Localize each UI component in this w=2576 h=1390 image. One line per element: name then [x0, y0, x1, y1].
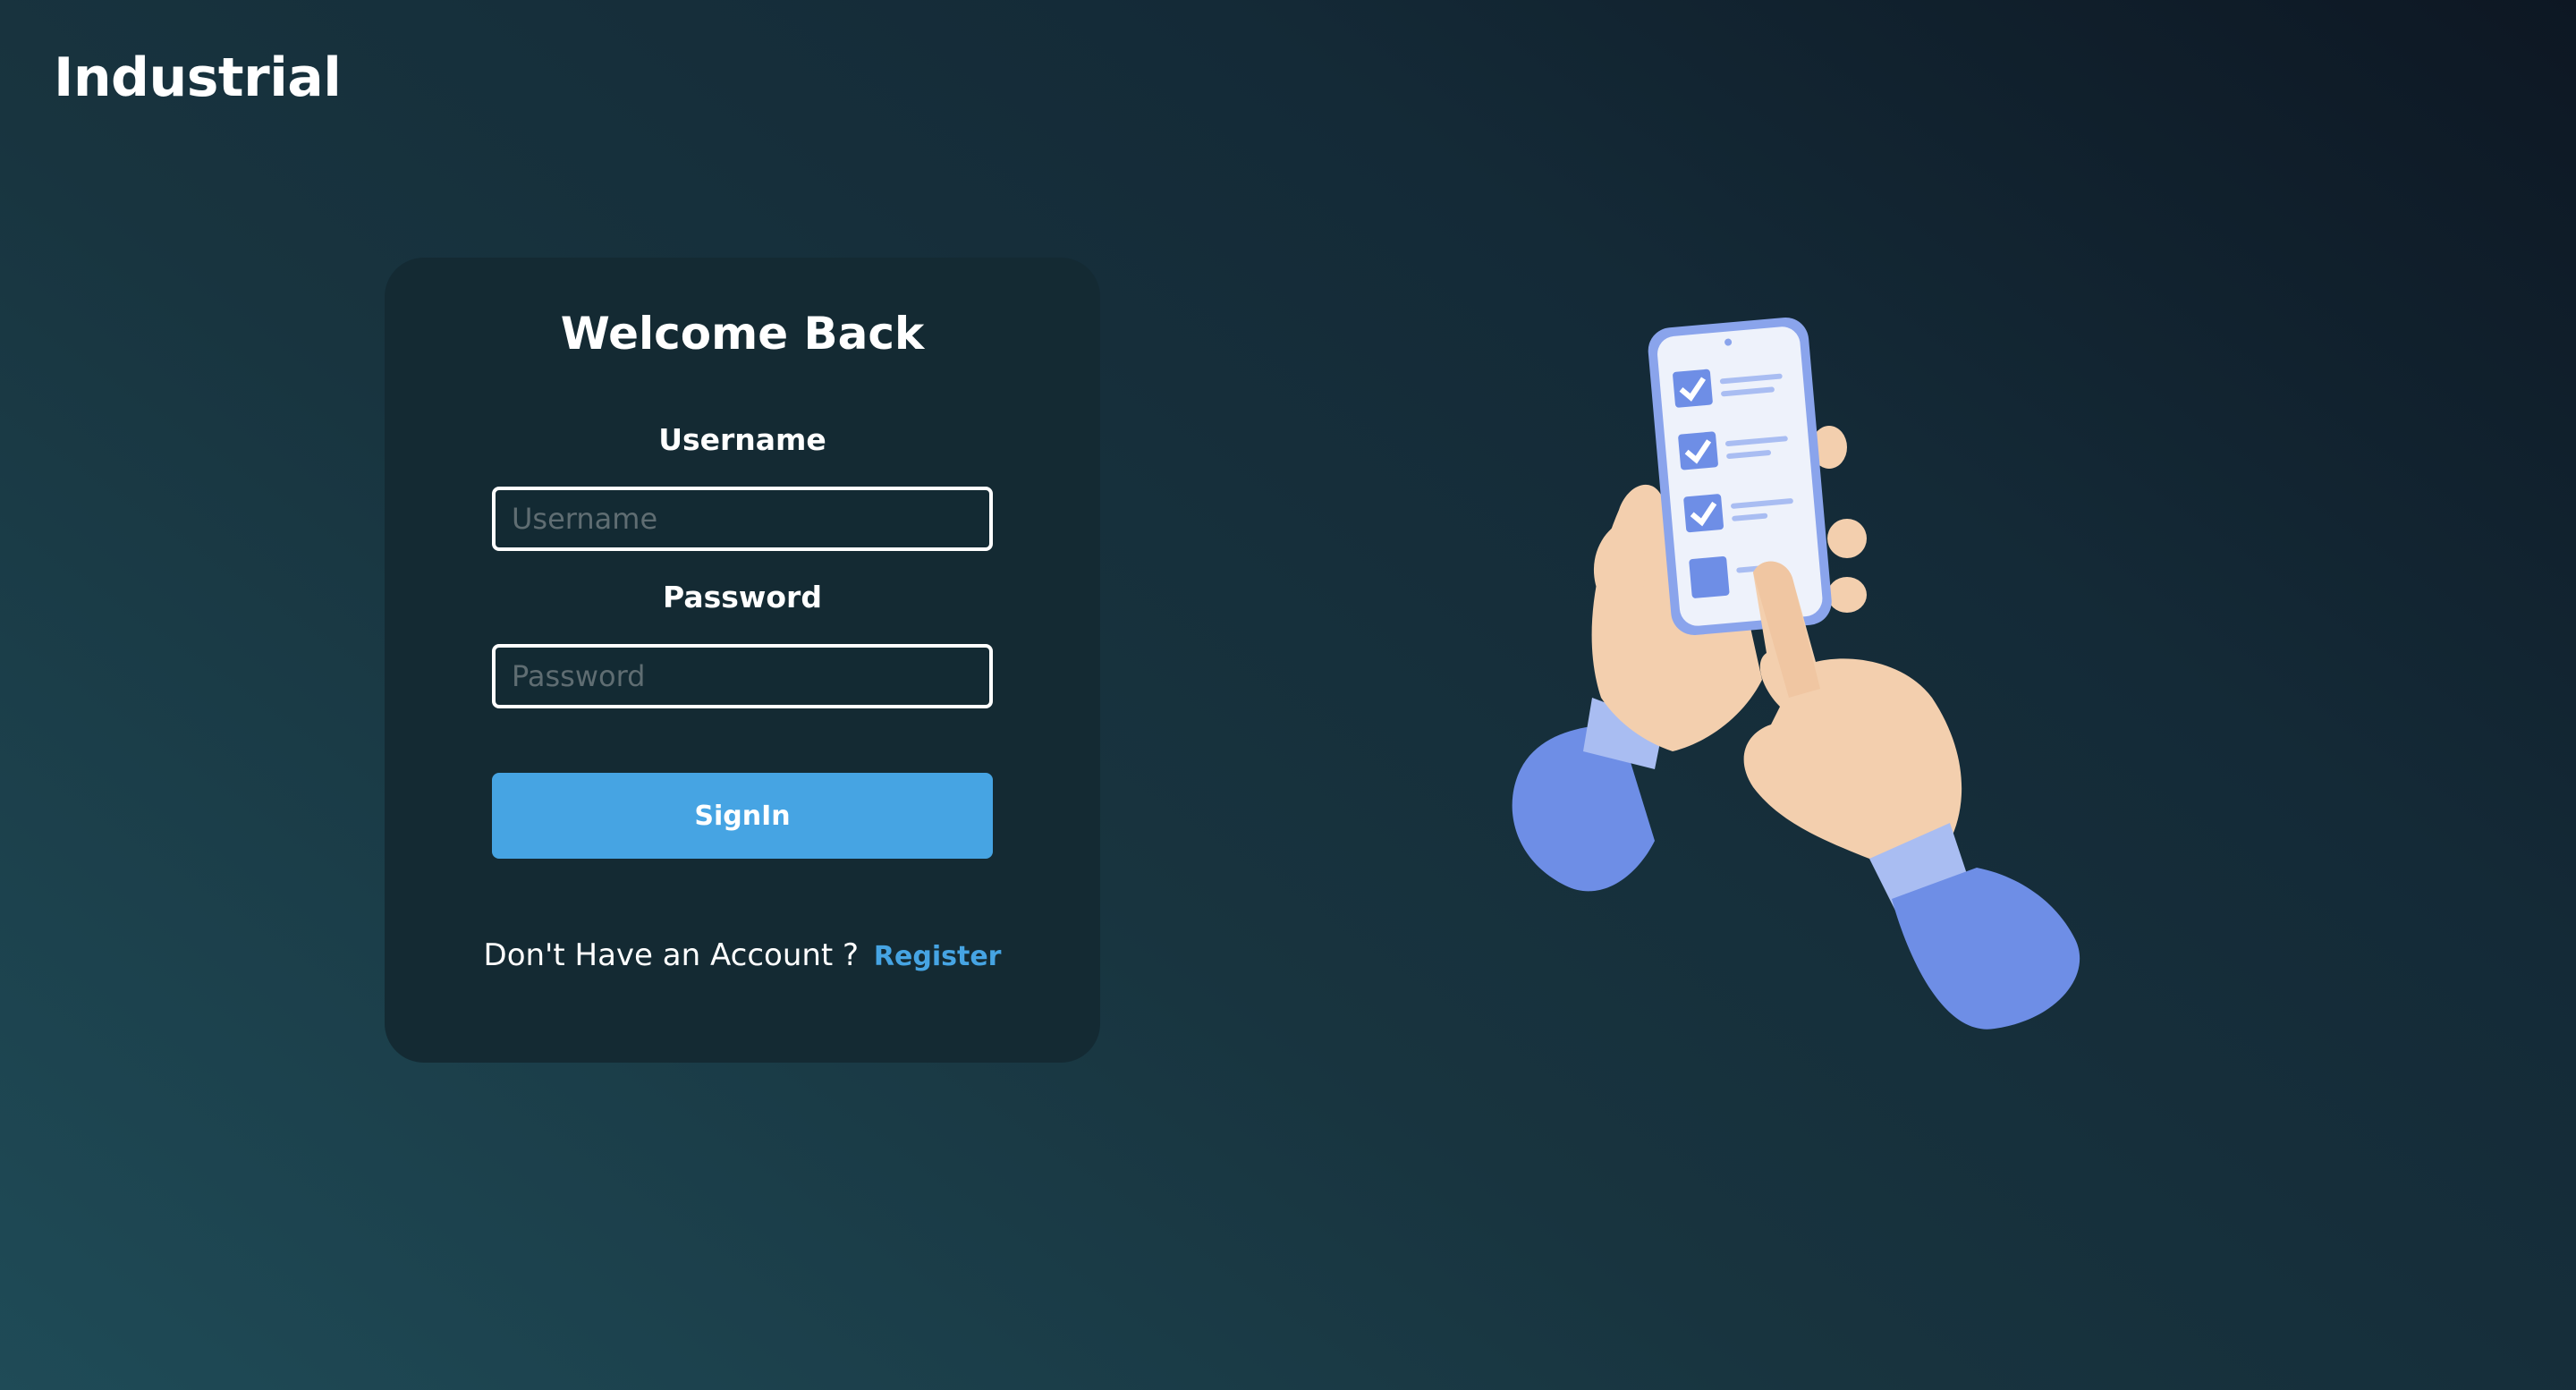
- checkbox-checked-icon: [1683, 494, 1724, 533]
- right-sleeve: [1869, 823, 2080, 1030]
- password-input[interactable]: [492, 644, 993, 708]
- register-link[interactable]: Register: [874, 941, 1002, 972]
- hand-holding-phone-checklist-icon: [1512, 317, 2080, 1030]
- signin-button[interactable]: SignIn: [492, 773, 993, 859]
- left-thumb: [1593, 519, 1646, 608]
- checkbox-checked-icon: [1678, 431, 1718, 470]
- brand-logo: Industrial: [54, 47, 342, 109]
- login-title: Welcome Back: [560, 308, 925, 360]
- phone-icon: [1648, 317, 1832, 636]
- register-prompt-row: Don't Have an Account ? Register: [385, 937, 1100, 973]
- checkbox-unchecked-icon: [1689, 555, 1730, 598]
- login-card: Welcome Back Username Password SignIn Do…: [385, 258, 1100, 1063]
- username-label: Username: [658, 422, 826, 457]
- checkbox-checked-icon: [1673, 369, 1713, 408]
- register-prompt-text: Don't Have an Account ?: [483, 937, 860, 973]
- username-input[interactable]: [492, 487, 993, 551]
- password-label: Password: [663, 580, 822, 614]
